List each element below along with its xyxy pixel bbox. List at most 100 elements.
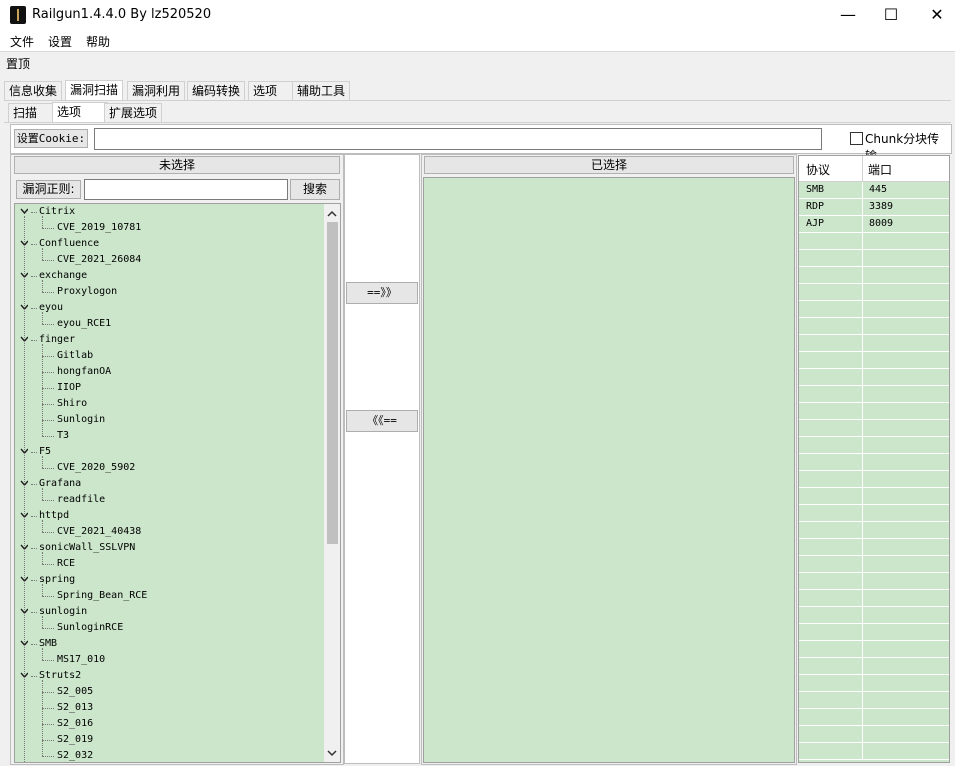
tab-vuln-exploit[interactable]: 漏洞利用 xyxy=(127,81,186,100)
chevron-down-icon[interactable] xyxy=(20,207,28,215)
ports-row[interactable] xyxy=(799,335,949,352)
cookie-input[interactable] xyxy=(94,128,822,150)
ports-row[interactable] xyxy=(799,420,949,437)
tree-leaf-label: CVE_2019_10781 xyxy=(57,222,142,233)
ports-row[interactable] xyxy=(799,471,949,488)
subtab-options[interactable]: 选项 xyxy=(52,102,108,123)
ports-row[interactable] xyxy=(799,250,949,267)
regex-input[interactable] xyxy=(84,179,288,200)
regex-label: 漏洞正则: xyxy=(16,180,81,199)
tree-leaf-label: S2_013 xyxy=(57,702,94,713)
ports-row[interactable] xyxy=(799,607,949,624)
sub-tab-bar: 扫描 选项 扩展选项 xyxy=(4,102,951,123)
tree-leaf-label: eyou_RCE1 xyxy=(57,318,112,329)
minimize-button[interactable]: — xyxy=(825,0,871,30)
tree-leaf-label: Sunlogin xyxy=(57,414,106,425)
ports-row[interactable] xyxy=(799,573,949,590)
col-port[interactable]: 端口 xyxy=(868,161,892,178)
ports-row[interactable] xyxy=(799,658,949,675)
tree-node-label: httpd xyxy=(39,510,70,521)
ports-row[interactable] xyxy=(799,675,949,692)
ports-row[interactable] xyxy=(799,726,949,743)
ports-port-cell: 445 xyxy=(869,184,888,195)
ports-row[interactable] xyxy=(799,505,949,522)
tree-node-label: exchange xyxy=(39,270,88,281)
ports-row[interactable] xyxy=(799,488,949,505)
tree-leaf-label: IIOP xyxy=(57,382,82,393)
vuln-tree[interactable]: Citrix CVE_2019_10781 Confluence CVE_2021_2… xyxy=(14,203,325,763)
tab-encoding[interactable]: 编码转换 xyxy=(187,81,246,100)
ports-row[interactable] xyxy=(799,284,949,301)
tree-scrollbar[interactable] xyxy=(324,203,341,763)
search-button[interactable]: 搜索 xyxy=(290,179,340,200)
tree-node-label: Grafana xyxy=(39,478,82,489)
title-bar: Railgun1.4.4.0 By lz520520 — ☐ ✕ xyxy=(0,0,955,30)
selected-header: 已选择 xyxy=(424,156,794,174)
tab-aux-tools[interactable]: 辅助工具 xyxy=(292,81,351,100)
subtab-scan[interactable]: 扫描 xyxy=(8,103,56,122)
ports-row[interactable] xyxy=(799,403,949,420)
col-protocol[interactable]: 协议 xyxy=(806,161,830,178)
ports-protocol-cell: RDP xyxy=(806,201,825,212)
maximize-button[interactable]: ☐ xyxy=(868,0,914,30)
ports-row[interactable] xyxy=(799,641,949,658)
tab-options[interactable]: 选项 xyxy=(248,81,298,100)
tree-leaf-label: MS17_010 xyxy=(57,654,106,665)
ports-row[interactable] xyxy=(799,556,949,573)
ports-row[interactable] xyxy=(799,590,949,607)
unselected-header: 未选择 xyxy=(14,156,340,174)
tree-node-label: sunlogin xyxy=(39,606,88,617)
subtab-extended-options[interactable]: 扩展选项 xyxy=(104,103,163,122)
ports-row[interactable] xyxy=(799,267,949,284)
pin-on-top-toggle[interactable]: 置顶 xyxy=(6,55,30,72)
tree-leaf-label: SunloginRCE xyxy=(57,622,124,633)
tree-node-label: F5 xyxy=(39,446,52,457)
tree-node-label: sonicWall_SSLVPN xyxy=(39,542,136,553)
move-right-button[interactable]: ==》》 xyxy=(346,282,418,304)
tab-info-gathering[interactable]: 信息收集 xyxy=(4,81,63,100)
tree-leaf-label: Spring_Bean_RCE xyxy=(57,590,148,601)
tree-leaf-label: S2_005 xyxy=(57,686,94,697)
ports-row[interactable] xyxy=(799,709,949,726)
ports-row[interactable] xyxy=(799,743,949,760)
tree-leaf-label: S2_016 xyxy=(57,718,94,729)
sub-tab-line xyxy=(4,122,951,123)
ports-row[interactable] xyxy=(799,369,949,386)
ports-row[interactable]: AJP 8009 xyxy=(799,216,949,233)
ports-row[interactable] xyxy=(799,539,949,556)
tree-leaf-label: S2_032 xyxy=(57,750,94,761)
ports-row[interactable] xyxy=(799,692,949,709)
ports-grid[interactable]: 协议 端口 SMB 445 RDP 3389 AJP 8009 xyxy=(798,155,950,763)
ports-row[interactable] xyxy=(799,301,949,318)
ports-protocol-cell: SMB xyxy=(806,184,825,195)
ports-row[interactable] xyxy=(799,624,949,641)
move-left-button[interactable]: 《《== xyxy=(346,410,418,432)
ports-protocol-cell: AJP xyxy=(806,218,825,229)
menu-help[interactable]: 帮助 xyxy=(86,33,110,50)
menu-file[interactable]: 文件 xyxy=(10,33,34,50)
ports-row[interactable]: SMB 445 xyxy=(799,182,949,199)
ports-row[interactable]: RDP 3389 xyxy=(799,199,949,216)
chunk-checkbox[interactable] xyxy=(850,132,863,145)
scroll-up-icon[interactable] xyxy=(324,207,340,221)
ports-port-cell: 8009 xyxy=(869,218,894,229)
ports-row[interactable] xyxy=(799,454,949,471)
ports-row[interactable] xyxy=(799,522,949,539)
ports-row[interactable] xyxy=(799,386,949,403)
ports-row[interactable] xyxy=(799,437,949,454)
selected-list[interactable] xyxy=(423,177,795,763)
ports-row[interactable] xyxy=(799,233,949,250)
tree-leaf-label: readfile xyxy=(57,494,106,505)
tree-leaf-label: Shiro xyxy=(57,398,88,409)
ports-row[interactable] xyxy=(799,352,949,369)
tree-leaf-label: CVE_2021_40438 xyxy=(57,526,142,537)
tree-leaf-label: CVE_2021_26084 xyxy=(57,254,142,265)
tree-leaf-label: Gitlab xyxy=(57,350,94,361)
ports-row[interactable] xyxy=(799,318,949,335)
tab-vuln-scan[interactable]: 漏洞扫描 xyxy=(65,80,124,101)
close-button[interactable]: ✕ xyxy=(914,0,955,30)
menu-settings[interactable]: 设置 xyxy=(48,33,72,50)
scroll-down-icon[interactable] xyxy=(324,746,340,760)
tree-node-label: finger xyxy=(39,334,76,345)
scroll-thumb[interactable] xyxy=(327,222,338,544)
